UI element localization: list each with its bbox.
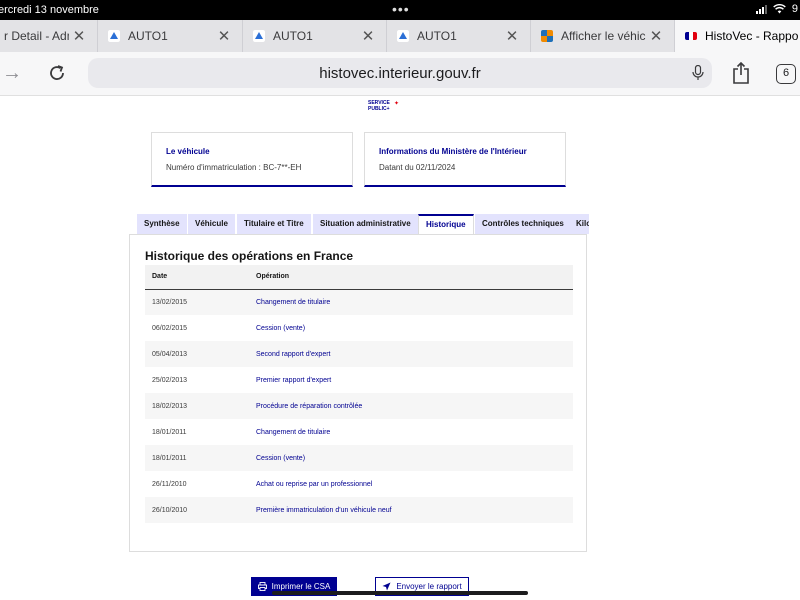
tab-synthese[interactable]: Synthèse [137, 214, 187, 234]
ministry-date: Datant du 02/11/2024 [379, 163, 456, 172]
auto1-icon [108, 30, 120, 42]
table-row: 18/01/2011 Cession (vente) [145, 445, 573, 471]
browser-tab-4[interactable]: AUTO1 ✕ [387, 20, 531, 52]
row-date: 18/01/2011 [152, 454, 187, 462]
tab-kilometrage[interactable]: Kilométrage [569, 214, 589, 234]
browser-tab-6[interactable]: HistoVec - Rappo [675, 20, 800, 52]
report-tabs: Synthèse Véhicule Titulaire et Titre Sit… [137, 214, 589, 234]
browser-tab-strip: r Detail - Adm ✕ AUTO1 ✕ AUTO1 ✕ AUTO1 ✕… [0, 20, 800, 52]
forward-arrow-icon[interactable]: → [2, 62, 22, 85]
tab-situation-administrative[interactable]: Situation administrative [313, 214, 418, 234]
marianne-icon: ✦ [394, 101, 400, 107]
row-date: 26/10/2010 [152, 506, 188, 514]
close-tab-icon[interactable]: ✕ [502, 27, 522, 45]
browser-tab-title: Afficher le véhic [561, 29, 646, 43]
vehicle-card-title: Le véhicule [166, 147, 210, 156]
ministry-card: Informations du Ministère de l'Intérieur… [364, 132, 566, 187]
table-row: 06/02/2015 Cession (vente) [145, 315, 573, 341]
close-tab-icon[interactable]: ✕ [69, 27, 89, 45]
status-date: ercredi 13 novembre [0, 4, 99, 16]
row-operation: Achat ou reprise par un professionnel [256, 480, 373, 488]
ministry-card-title: Informations du Ministère de l'Intérieur [379, 147, 527, 156]
browser-tab-5[interactable]: Afficher le véhic ✕ [531, 20, 675, 52]
french-flag-icon [685, 32, 697, 40]
table-row: 18/01/2011 Changement de titulaire [145, 419, 573, 445]
tab-titulaire[interactable]: Titulaire et Titre [237, 214, 311, 234]
service-public-logo: SERVICE PUBLIC+ ✦ [368, 100, 400, 112]
row-date: 25/02/2013 [152, 376, 188, 384]
browser-toolbar: → histovec.interieur.gouv.fr 6 [0, 52, 800, 96]
row-operation: Cession (vente) [256, 454, 306, 462]
close-tab-icon[interactable]: ✕ [358, 27, 378, 45]
tab-vehicule[interactable]: Véhicule [188, 214, 235, 234]
row-operation: Changement de titulaire [256, 428, 331, 436]
table-row: 18/02/2013 Procédure de réparation contrô… [145, 393, 573, 419]
table-row: 13/02/2015 Changement de titulaire [145, 289, 573, 315]
row-date: 13/02/2015 [152, 298, 188, 306]
url-text: histovec.interieur.gouv.fr [319, 64, 481, 82]
history-table: Date Opération 13/02/2015 Changement de t… [145, 265, 573, 523]
status-bar: ercredi 13 novembre ••• 9 [0, 0, 800, 20]
column-header-operation: Opération [256, 273, 290, 281]
close-tab-icon[interactable]: ✕ [214, 27, 234, 45]
row-operation: Cession (vente) [256, 324, 306, 332]
browser-tab-title: HistoVec - Rappo [705, 29, 799, 43]
close-tab-icon[interactable]: ✕ [646, 27, 666, 45]
battery-percent: 9 [791, 3, 798, 15]
row-date: 06/02/2015 [152, 324, 188, 332]
browser-tab-title: AUTO1 [273, 29, 313, 43]
tab-overview-button[interactable]: 6 [776, 64, 796, 84]
auto1-icon [397, 30, 409, 42]
browser-tab-2[interactable]: AUTO1 ✕ [98, 20, 243, 52]
send-report-label: Envoyer le rapport [396, 582, 462, 591]
microphone-icon[interactable] [692, 65, 704, 81]
browser-tab-title: AUTO1 [128, 29, 168, 43]
home-indicator[interactable] [272, 591, 528, 595]
cellular-signal-icon [755, 4, 767, 14]
browser-tab-1[interactable]: r Detail - Adm ✕ [0, 20, 98, 52]
multitasking-dots-icon[interactable]: ••• [392, 1, 410, 17]
page-content: SERVICE PUBLIC+ ✦ Le véhicule Numéro d'i… [0, 96, 800, 600]
vehicle-card: Le véhicule Numéro d'immatriculation : B… [151, 132, 353, 187]
history-title: Historique des opérations en France [145, 249, 354, 263]
grid-icon [541, 30, 553, 42]
share-icon[interactable] [732, 62, 750, 84]
history-panel: Historique des opérations en France Date… [129, 234, 587, 552]
tab-controles-techniques[interactable]: Contrôles techniques [475, 214, 571, 234]
table-row: 26/11/2010 Achat ou reprise par un profes… [145, 471, 573, 497]
print-csa-label: Imprimer le CSA [271, 582, 331, 591]
browser-tab-title: r Detail - Adm [4, 29, 69, 43]
table-row: 05/04/2013 Second rapport d'expert [145, 341, 573, 367]
browser-tab-3[interactable]: AUTO1 ✕ [243, 20, 387, 52]
address-bar[interactable]: histovec.interieur.gouv.fr [88, 58, 712, 88]
browser-tab-title: AUTO1 [417, 29, 457, 43]
row-date: 05/04/2013 [152, 350, 188, 358]
row-date: 18/01/2011 [152, 428, 187, 436]
row-operation: Procédure de réparation contrôlée [256, 402, 363, 410]
tab-historique[interactable]: Historique [418, 214, 474, 234]
table-header-row: Date Opération [145, 265, 573, 289]
row-operation: Premier rapport d'expert [256, 376, 332, 384]
reload-icon[interactable] [47, 63, 67, 83]
column-header-date: Date [152, 273, 168, 281]
table-row: 26/10/2010 Première immatriculation d'un … [145, 497, 573, 523]
registration-number: Numéro d'immatriculation : BC-7**-EH [166, 163, 302, 172]
send-icon [382, 582, 391, 591]
table-row: 25/02/2013 Premier rapport d'expert [145, 367, 573, 393]
wifi-icon [773, 4, 786, 14]
row-date: 26/11/2010 [152, 480, 187, 488]
row-operation: Changement de titulaire [256, 298, 331, 306]
auto1-icon [253, 30, 265, 42]
row-operation: Second rapport d'expert [256, 350, 331, 358]
row-date: 18/02/2013 [152, 402, 188, 410]
printer-icon [257, 582, 267, 591]
row-operation: Première immatriculation d'un véhicule n… [256, 506, 392, 514]
